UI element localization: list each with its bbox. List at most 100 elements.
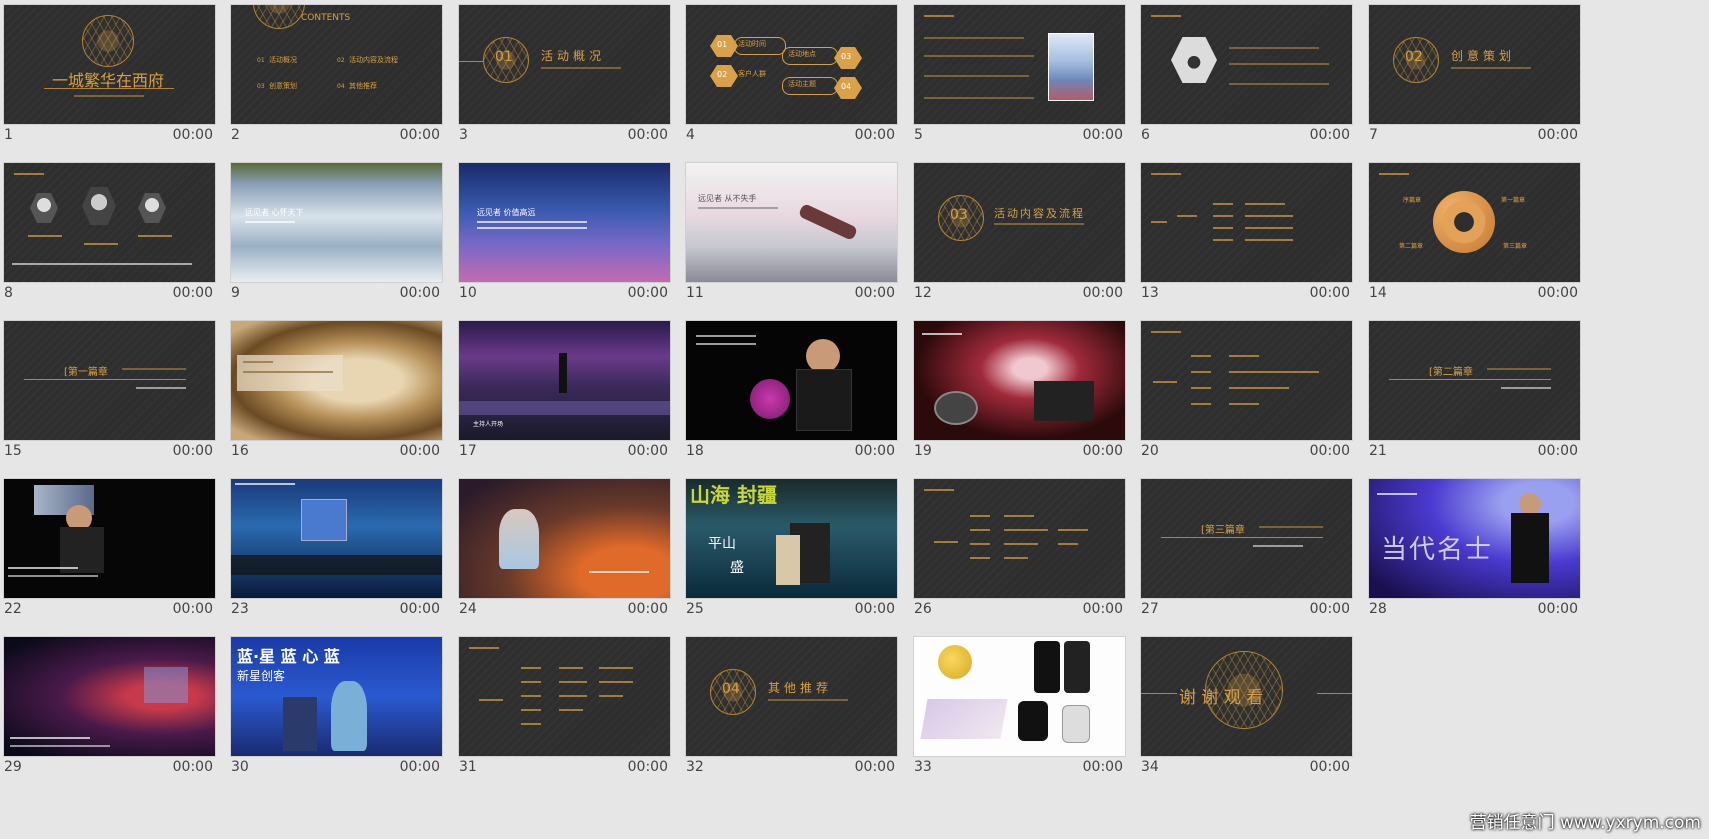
slide-number: 27	[1141, 601, 1159, 617]
watermark: 营销任意门 www.yxrym.com	[1469, 813, 1701, 833]
item-label: 活动地点	[788, 50, 816, 58]
slide-28[interactable]: 当代名士 28 00:00	[1365, 474, 1580, 634]
slide-thumbnail: 蓝·星 蓝 心 蓝 新星创客	[231, 637, 442, 756]
slide-23[interactable]: 23 00:00	[227, 474, 442, 634]
item-label: 创意策划	[269, 82, 297, 90]
slide-thumbnail	[4, 637, 215, 756]
slide-timing: 00:00	[172, 443, 213, 459]
slide-31[interactable]: 31 00:00	[455, 632, 670, 792]
slide-30[interactable]: 蓝·星 蓝 心 蓝 新星创客 30 00:00	[227, 632, 442, 792]
slide-thumbnail	[4, 163, 215, 282]
slide-thumbnail	[1141, 321, 1352, 440]
slide-number: 9	[231, 285, 240, 301]
slide-sorter-grid: 一城繁华在西府 1 00:00 CONTENTS 01 活动概况 02 活动内容…	[0, 0, 1709, 839]
slide-20[interactable]: 20 00:00	[1137, 316, 1352, 476]
city-photo	[1048, 33, 1094, 101]
slide-22[interactable]: 22 00:00	[0, 474, 215, 634]
slide-number: 6	[1141, 127, 1150, 143]
slide-6[interactable]: 6 00:00	[1137, 0, 1352, 160]
slide-27[interactable]: [第三篇章 27 00:00	[1137, 474, 1352, 634]
slide-thumbnail: 03 活动内容及流程	[914, 163, 1125, 282]
slide-timing: 00:00	[399, 601, 440, 617]
slide-3[interactable]: 01 活动概况 3 00:00	[455, 0, 670, 160]
slide-11[interactable]: 远见者 从不失手 11 00:00	[682, 158, 897, 318]
slide-number: 18	[686, 443, 704, 459]
slide-15[interactable]: [第一篇章 15 00:00	[0, 316, 215, 476]
dancer-photo	[686, 163, 897, 282]
slide-number: 31	[459, 759, 477, 775]
item-number: 03	[257, 83, 265, 90]
item-label: 活动主题	[788, 80, 816, 88]
slide-timing: 00:00	[1309, 127, 1350, 143]
slide-number: 15	[4, 443, 22, 459]
section-title: 活动概况	[541, 49, 606, 63]
slide-number: 17	[459, 443, 477, 459]
slide-timing: 00:00	[1309, 443, 1350, 459]
slide-number: 10	[459, 285, 477, 301]
slide-4[interactable]: 01 活动时间 02 客户人群 活动地点 03 活动主题 04 4 00:00	[682, 0, 897, 160]
slide-timing: 00:00	[172, 759, 213, 775]
slide-thumbnail: 远见者 心怀天下	[231, 163, 442, 282]
slide-number: 23	[231, 601, 249, 617]
slide-timing: 00:00	[627, 127, 668, 143]
slide-title: 一城繁华在西府	[52, 71, 165, 90]
slide-timing: 00:00	[399, 759, 440, 775]
slide-14[interactable]: 序篇章 第一篇章 第二篇章 第三篇章 14 00:00	[1365, 158, 1580, 318]
slide-33[interactable]: 33 00:00	[910, 632, 1125, 792]
slide-7[interactable]: 02 创意策划 7 00:00	[1365, 0, 1580, 160]
slide-18[interactable]: 18 00:00	[682, 316, 897, 476]
slide-19[interactable]: 19 00:00	[910, 316, 1125, 476]
slide-29[interactable]: 29 00:00	[0, 632, 215, 792]
slide-34[interactable]: 谢 谢 观 看 34 00:00	[1137, 632, 1352, 792]
runner-photo	[1171, 37, 1217, 83]
item-label: 活动内容及流程	[349, 56, 398, 64]
slide-number: 30	[231, 759, 249, 775]
slide-number: 29	[4, 759, 22, 775]
speaker-photo	[686, 321, 897, 440]
slide-thumbnail	[4, 479, 215, 598]
slide-10[interactable]: 远见者 价值高远 10 00:00	[455, 158, 670, 318]
slide-thumbnail	[1141, 163, 1352, 282]
slide-8[interactable]: 8 00:00	[0, 158, 215, 318]
slide-32[interactable]: 04 其他推荐 32 00:00	[682, 632, 897, 792]
item-number: 03	[841, 52, 852, 61]
item-label: 活动概况	[269, 56, 297, 64]
slide-timing: 00:00	[1309, 285, 1350, 301]
chapter-label: 第一篇章	[1501, 197, 1526, 204]
knot-graphic	[1433, 191, 1495, 253]
slide-1[interactable]: 一城繁华在西府 1 00:00	[0, 0, 215, 160]
slide-26[interactable]: 26 00:00	[910, 474, 1125, 634]
slide-thumbnail: 一城繁华在西府	[4, 5, 215, 124]
slide-25[interactable]: 山海 封疆 平山 盛 25 00:00	[682, 474, 897, 634]
item-number: 04	[337, 83, 345, 90]
slide-thumbnail: 04 其他推荐	[686, 637, 897, 756]
slide-number: 24	[459, 601, 477, 617]
slide-timing: 00:00	[854, 443, 895, 459]
slide-24[interactable]: 24 00:00	[455, 474, 670, 634]
slide-thumbnail	[914, 637, 1125, 756]
slide-timing: 00:00	[1082, 443, 1123, 459]
slide-number: 22	[4, 601, 22, 617]
slide-2[interactable]: CONTENTS 01 活动概况 02 活动内容及流程 03 创意策划 04 其…	[227, 0, 442, 160]
slide-number: 25	[686, 601, 704, 617]
slide-timing: 00:00	[854, 759, 895, 775]
slide-number: 19	[914, 443, 932, 459]
slide-12[interactable]: 03 活动内容及流程 12 00:00	[910, 158, 1125, 318]
slide-13[interactable]: 13 00:00	[1137, 158, 1352, 318]
closing-title: 谢 谢 观 看	[1179, 688, 1264, 708]
slide-timing: 00:00	[1082, 759, 1123, 775]
slide-16[interactable]: 16 00:00	[227, 316, 442, 476]
slide-5[interactable]: 5 00:00	[910, 0, 1125, 160]
slide-thumbnail: [第三篇章	[1141, 479, 1352, 598]
slide-9[interactable]: 远见者 心怀天下 9 00:00	[227, 158, 442, 318]
slide-number: 16	[231, 443, 249, 459]
slide-number: 32	[686, 759, 704, 775]
slide-timing: 00:00	[172, 285, 213, 301]
slide-timing: 00:00	[399, 127, 440, 143]
performer-photo	[459, 479, 670, 598]
slide-17[interactable]: 主持人开场 17 00:00	[455, 316, 670, 476]
slide-thumbnail	[686, 321, 897, 440]
slide-21[interactable]: [第二篇章 21 00:00	[1365, 316, 1580, 476]
slide-number: 12	[914, 285, 932, 301]
slide-number: 1	[4, 127, 13, 143]
